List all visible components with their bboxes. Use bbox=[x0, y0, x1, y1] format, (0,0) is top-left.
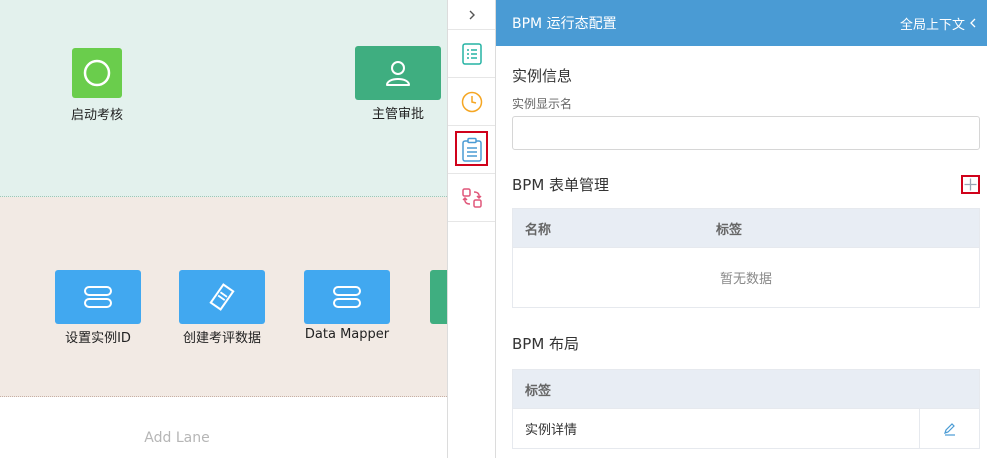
server-icon bbox=[333, 286, 361, 308]
clipped-node[interactable] bbox=[430, 270, 447, 324]
panel-icon-rail bbox=[447, 0, 496, 458]
layout-row-label: 实例详情 bbox=[525, 423, 578, 438]
display-name-input[interactable] bbox=[512, 116, 980, 150]
set-instance-id-box[interactable] bbox=[55, 270, 141, 324]
start-node[interactable]: 启动考核 bbox=[57, 48, 137, 123]
bpm-config-panel: BPM 运行态配置 全局上下文 实例信息 实例显示名 BPM 表单管理 名称 标… bbox=[496, 0, 987, 458]
plus-icon bbox=[964, 178, 977, 191]
pencil-icon bbox=[943, 422, 955, 436]
forms-table: 名称 标签 暂无数据 bbox=[512, 208, 980, 308]
set-instance-id-node[interactable]: 设置实例ID bbox=[54, 270, 142, 346]
rail-item-form[interactable] bbox=[448, 126, 495, 174]
data-mapper-node[interactable]: Data Mapper bbox=[302, 270, 392, 342]
approval-node[interactable]: 主管审批 bbox=[353, 46, 443, 122]
layout-table-header: 标签 bbox=[513, 370, 979, 408]
panel-title: BPM 运行态配置 bbox=[512, 16, 617, 32]
data-mapper-box[interactable] bbox=[304, 270, 390, 324]
layout-section-title: BPM 布局 bbox=[512, 335, 580, 353]
column-tag: 标签 bbox=[716, 222, 743, 238]
server-icon bbox=[84, 286, 112, 308]
column-tag: 标签 bbox=[525, 383, 552, 399]
column-name: 名称 bbox=[525, 222, 552, 238]
display-name-label: 实例显示名 bbox=[512, 97, 573, 111]
approval-node-box[interactable] bbox=[355, 46, 441, 100]
rail-item-list[interactable] bbox=[448, 30, 495, 78]
table-row[interactable]: 实例详情 bbox=[513, 408, 979, 449]
node-label: 设置实例ID bbox=[65, 331, 131, 346]
start-node-box[interactable] bbox=[72, 48, 122, 98]
circle-icon bbox=[83, 59, 111, 87]
global-context-label: 全局上下文 bbox=[899, 17, 965, 33]
node-label: 主管审批 bbox=[371, 107, 424, 122]
collapse-panel-button[interactable] bbox=[448, 0, 495, 30]
instance-section-title: 实例信息 bbox=[512, 67, 573, 85]
user-icon bbox=[386, 61, 410, 86]
forms-table-header: 名称 标签 bbox=[513, 209, 979, 247]
create-evaluation-box[interactable] bbox=[179, 270, 265, 324]
forms-section-title: BPM 表单管理 bbox=[512, 176, 610, 194]
rail-item-timer[interactable] bbox=[448, 78, 495, 126]
create-evaluation-node[interactable]: 创建考评数据 bbox=[177, 270, 267, 346]
add-form-button[interactable] bbox=[961, 175, 980, 194]
layout-table: 标签 实例详情 bbox=[512, 369, 980, 449]
chevron-right-icon bbox=[469, 10, 475, 19]
process-canvas[interactable]: 启动考核 主管审批 设置实例ID 创建考评数据 Data Mapper Add … bbox=[0, 0, 447, 458]
list-icon bbox=[461, 42, 482, 65]
rail-item-swap[interactable] bbox=[448, 174, 495, 222]
chevron-left-icon bbox=[970, 18, 976, 28]
global-context-button[interactable]: 全局上下文 bbox=[900, 14, 977, 33]
forms-section-header: BPM 表单管理 bbox=[512, 174, 980, 195]
edit-doc-icon bbox=[209, 283, 235, 311]
node-label: 创建考评数据 bbox=[182, 331, 261, 346]
edit-layout-button[interactable] bbox=[919, 408, 979, 449]
add-lane-button[interactable]: Add Lane bbox=[0, 430, 354, 446]
panel-header: BPM 运行态配置 全局上下文 bbox=[496, 0, 987, 46]
clock-icon bbox=[461, 91, 482, 112]
node-label: 启动考核 bbox=[70, 108, 123, 123]
node-label: Data Mapper bbox=[304, 327, 390, 342]
swap-icon bbox=[461, 187, 482, 208]
forms-empty-text: 暂无数据 bbox=[513, 247, 979, 307]
swimlane-empty bbox=[0, 398, 447, 458]
highlight-frame bbox=[455, 131, 488, 166]
